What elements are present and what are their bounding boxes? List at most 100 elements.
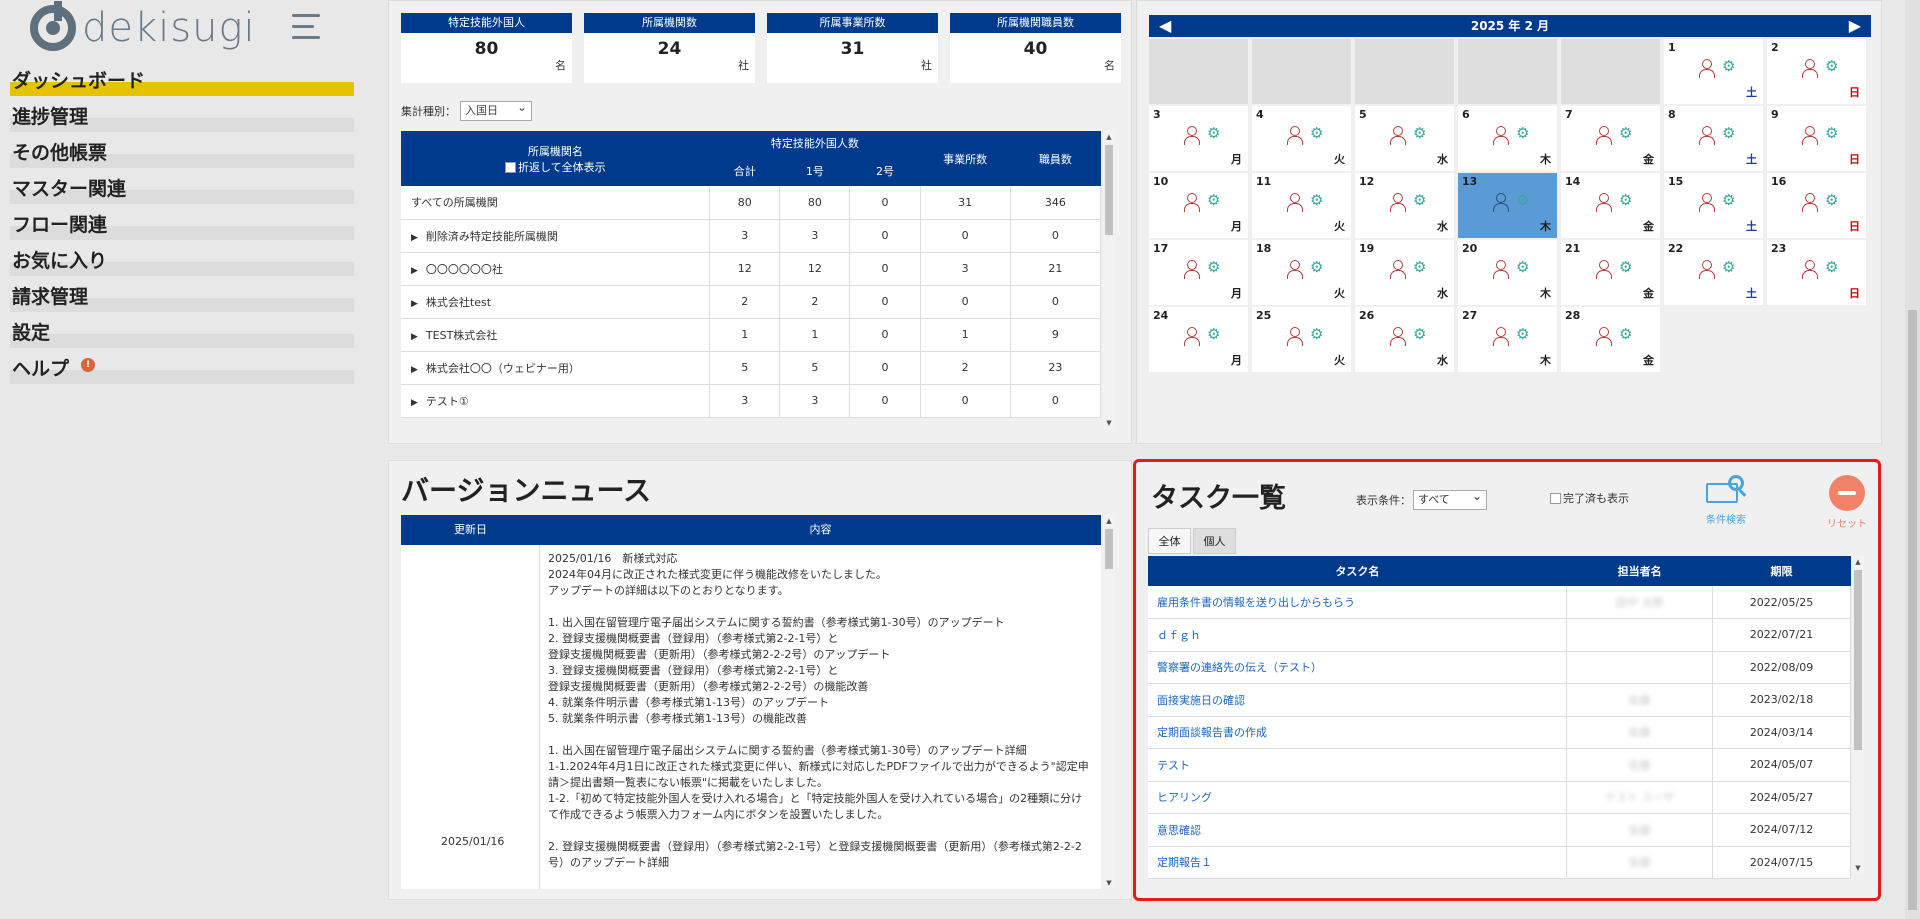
table-row[interactable]: テスト 佐藤 2024/05/07 <box>1148 748 1851 782</box>
person-icon[interactable] <box>1595 126 1612 146</box>
table-row[interactable]: 意思確認 佐藤 2024/07/12 <box>1148 813 1851 847</box>
table-row[interactable]: すべての所属機関 80 80 0 31 346 <box>401 186 1102 220</box>
search-button[interactable]: 条件検索 <box>1701 475 1751 526</box>
gears-icon[interactable]: ⚙ <box>1722 57 1740 75</box>
org-table-scrollbar[interactable]: ▲ ▼ <box>1103 131 1115 429</box>
person-icon[interactable] <box>1286 126 1303 146</box>
gears-icon[interactable]: ⚙ <box>1825 57 1843 75</box>
calendar-day-cell[interactable]: 10 ⚙ 月 <box>1149 173 1248 238</box>
news-scrollbar[interactable]: ▲ ▼ <box>1103 515 1115 889</box>
gears-icon[interactable]: ⚙ <box>1516 191 1534 209</box>
gears-icon[interactable]: ⚙ <box>1310 258 1328 276</box>
calendar-day-cell[interactable]: 8 ⚙ 土 <box>1664 106 1763 171</box>
scroll-up-icon[interactable]: ▲ <box>1103 517 1115 525</box>
gears-icon[interactable]: ⚙ <box>1516 124 1534 142</box>
sidebar-item-dashboard[interactable]: ダッシュボード <box>10 68 354 104</box>
gears-icon[interactable]: ⚙ <box>1722 258 1740 276</box>
task-name-link[interactable]: ヒアリング <box>1148 781 1568 814</box>
gears-icon[interactable]: ⚙ <box>1825 258 1843 276</box>
table-row[interactable]: ▶ 削除済み特定技能所属機関 3 3 0 0 0 <box>401 219 1102 253</box>
tab-personal[interactable]: 個人 <box>1193 528 1236 554</box>
person-icon[interactable] <box>1595 260 1612 280</box>
task-name-link[interactable]: 定期面談報告書の作成 <box>1148 716 1568 749</box>
table-row[interactable]: 雇用条件書の情報を送り出しからもらう 田中 太郎 2022/05/25 <box>1148 586 1851 619</box>
gears-icon[interactable]: ⚙ <box>1516 325 1534 343</box>
sidebar-item-help[interactable]: ヘルプ! <box>10 356 354 392</box>
person-icon[interactable] <box>1698 59 1715 79</box>
prev-month-icon[interactable]: ◀ <box>1159 15 1171 37</box>
gears-icon[interactable]: ⚙ <box>1413 258 1431 276</box>
gears-icon[interactable]: ⚙ <box>1207 191 1225 209</box>
calendar-day-cell[interactable]: 14 ⚙ 金 <box>1561 173 1660 238</box>
person-icon[interactable] <box>1389 193 1406 213</box>
gears-icon[interactable]: ⚙ <box>1619 325 1637 343</box>
show-done-checkbox[interactable] <box>1550 492 1561 504</box>
table-row[interactable]: 警察署の連絡先の伝え（テスト） 2022/08/09 <box>1148 651 1851 684</box>
table-row[interactable]: ▶ テスト① 3 3 0 0 0 <box>401 384 1102 418</box>
table-row[interactable]: ▶ 〇〇〇〇〇〇社 12 12 0 3 21 <box>401 252 1102 286</box>
show-done-toggle[interactable]: 完了済も表示 <box>1550 490 1629 506</box>
gears-icon[interactable]: ⚙ <box>1413 325 1431 343</box>
aggregation-select[interactable]: 入国日 <box>460 98 532 121</box>
gears-icon[interactable]: ⚙ <box>1619 124 1637 142</box>
sidebar-item-flow[interactable]: フロー関連 <box>10 212 354 248</box>
person-icon[interactable] <box>1801 260 1818 280</box>
table-row[interactable]: ▶ TEST株式会社 1 1 0 1 9 <box>401 318 1102 352</box>
gears-icon[interactable]: ⚙ <box>1310 325 1328 343</box>
scroll-up-icon[interactable]: ▲ <box>1852 558 1864 566</box>
table-row[interactable]: 面接実施日の確認 佐藤 2023/02/18 <box>1148 683 1851 717</box>
sidebar-item-settings[interactable]: 設定 <box>10 320 354 356</box>
calendar-day-cell[interactable]: 22 ⚙ 土 <box>1664 240 1763 305</box>
person-icon[interactable] <box>1389 260 1406 280</box>
expand-triangle-icon[interactable]: ▶ <box>411 332 418 342</box>
table-row[interactable]: ｄｆｇｈ 2022/07/21 <box>1148 618 1851 652</box>
logo[interactable]: dekisugi <box>30 1 256 54</box>
expand-triangle-icon[interactable]: ▶ <box>411 266 418 276</box>
calendar-day-cell[interactable]: 6 ⚙ 木 <box>1458 106 1557 171</box>
gears-icon[interactable]: ⚙ <box>1310 124 1328 142</box>
calendar-day-cell[interactable]: 27 ⚙ 木 <box>1458 307 1557 372</box>
person-icon[interactable] <box>1183 327 1200 347</box>
menu-collapse-icon[interactable] <box>292 14 328 40</box>
task-name-link[interactable]: ｄｆｇｈ <box>1148 618 1568 652</box>
table-row[interactable]: 定期面談報告書の作成 佐藤 2024/03/14 <box>1148 716 1851 749</box>
calendar-day-cell[interactable]: 5 ⚙ 水 <box>1355 106 1454 171</box>
calendar-day-cell[interactable]: 2 ⚙ 日 <box>1767 39 1866 104</box>
calendar-day-cell[interactable]: 11 ⚙ 火 <box>1252 173 1351 238</box>
person-icon[interactable] <box>1801 126 1818 146</box>
page-scrollbar[interactable] <box>1905 0 1920 919</box>
task-name-link[interactable]: 定期報告１ <box>1148 846 1568 879</box>
calendar-day-cell[interactable]: 24 ⚙ 月 <box>1149 307 1248 372</box>
gears-icon[interactable]: ⚙ <box>1722 191 1740 209</box>
calendar-day-cell[interactable]: 3 ⚙ 月 <box>1149 106 1248 171</box>
person-icon[interactable] <box>1801 59 1818 79</box>
person-icon[interactable] <box>1389 327 1406 347</box>
sidebar-item-favorites[interactable]: お気に入り <box>10 248 354 284</box>
gears-icon[interactable]: ⚙ <box>1516 258 1534 276</box>
calendar-day-cell[interactable]: 18 ⚙ 火 <box>1252 240 1351 305</box>
calendar-day-cell[interactable]: 19 ⚙ 水 <box>1355 240 1454 305</box>
task-name-link[interactable]: 警察署の連絡先の伝え（テスト） <box>1148 651 1568 684</box>
person-icon[interactable] <box>1492 193 1509 213</box>
person-icon[interactable] <box>1286 327 1303 347</box>
calendar-day-cell[interactable]: 17 ⚙ 月 <box>1149 240 1248 305</box>
calendar-day-cell[interactable]: 26 ⚙ 水 <box>1355 307 1454 372</box>
task-name-link[interactable]: テスト <box>1148 748 1568 782</box>
expand-triangle-icon[interactable]: ▶ <box>411 365 418 375</box>
task-scrollbar[interactable]: ▲ ▼ <box>1852 556 1864 874</box>
gears-icon[interactable]: ⚙ <box>1825 191 1843 209</box>
gears-icon[interactable]: ⚙ <box>1619 258 1637 276</box>
next-month-icon[interactable]: ▶ <box>1849 15 1861 37</box>
calendar-day-cell[interactable]: 16 ⚙ 日 <box>1767 173 1866 238</box>
person-icon[interactable] <box>1698 126 1715 146</box>
table-row[interactable]: ▶ 株式会社test 2 2 0 0 0 <box>401 285 1102 319</box>
calendar-day-cell[interactable]: 25 ⚙ 火 <box>1252 307 1351 372</box>
gears-icon[interactable]: ⚙ <box>1207 258 1225 276</box>
calendar-day-cell[interactable]: 7 ⚙ 金 <box>1561 106 1660 171</box>
task-name-link[interactable]: 面接実施日の確認 <box>1148 683 1568 717</box>
calendar-day-cell[interactable]: 1 ⚙ 土 <box>1664 39 1763 104</box>
person-icon[interactable] <box>1183 126 1200 146</box>
person-icon[interactable] <box>1595 193 1612 213</box>
reset-button[interactable]: リセット <box>1822 475 1872 530</box>
person-icon[interactable] <box>1595 327 1612 347</box>
